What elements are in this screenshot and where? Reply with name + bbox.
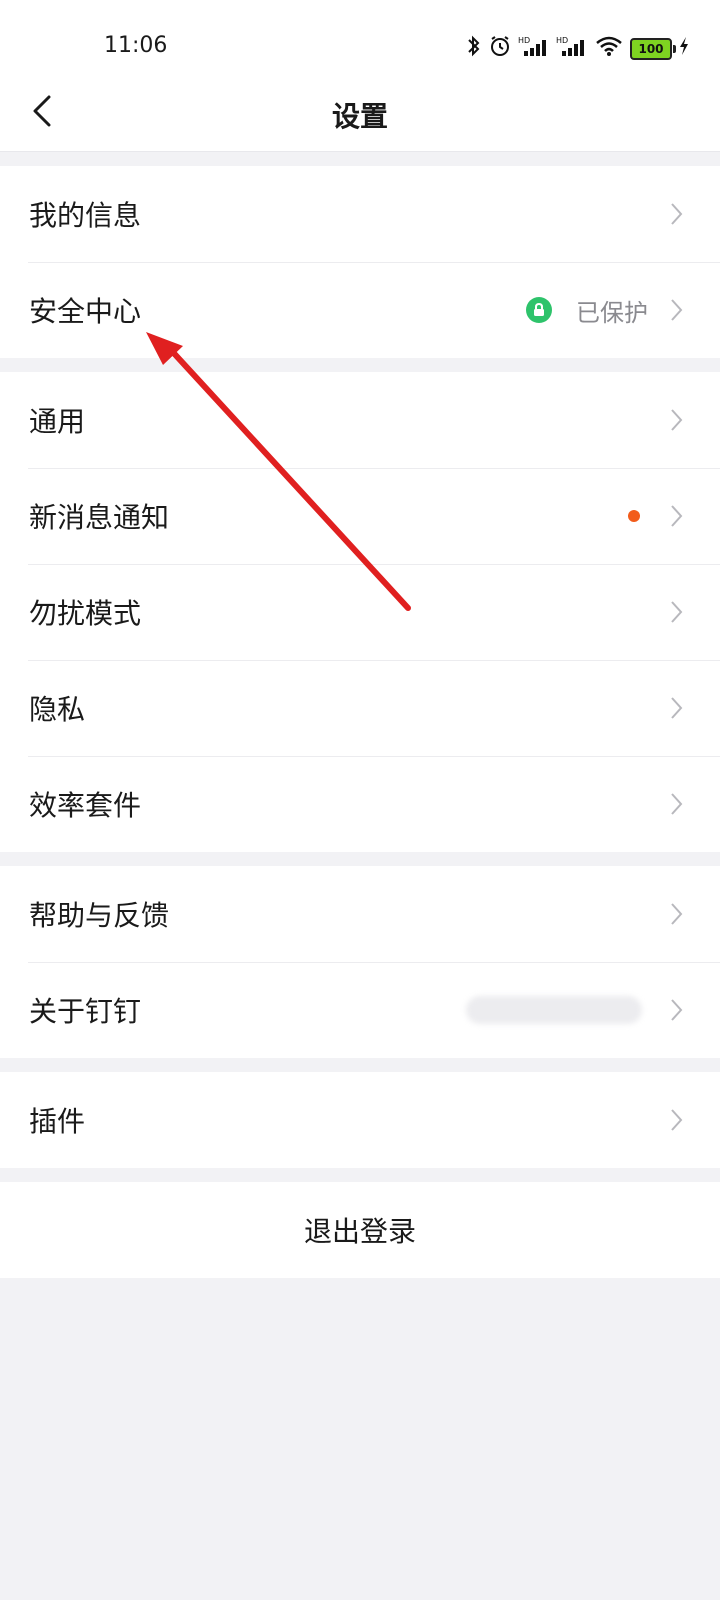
settings-item-my-info[interactable]: 我的信息: [0, 166, 720, 262]
charging-icon: [678, 34, 690, 64]
logout-button[interactable]: 退出登录: [0, 1182, 720, 1278]
settings-item-plugins[interactable]: 插件: [0, 1072, 720, 1168]
settings-group-plugins: 插件: [0, 1072, 720, 1168]
security-status: 已保护: [576, 298, 648, 327]
section-gap: [0, 358, 720, 372]
settings-item-label: 关于钉钉: [29, 995, 142, 1028]
settings-item-label: 新消息通知: [29, 501, 170, 534]
settings-item-label: 隐私: [29, 693, 86, 726]
settings-group-general: 通用 新消息通知 勿扰模式 隐私 效率套件: [0, 372, 720, 852]
settings-item-label: 我的信息: [29, 199, 142, 232]
status-bar: 11:06 HD HD 100: [0, 0, 720, 95]
settings-item-label: 效率套件: [29, 789, 142, 822]
battery-icon: 100: [630, 38, 676, 60]
chevron-right-icon: [666, 598, 686, 626]
settings-group-account: 我的信息 安全中心 已保护: [0, 166, 720, 358]
page-title: 设置: [331, 100, 388, 133]
section-gap: [0, 152, 720, 166]
chevron-right-icon: [666, 406, 686, 434]
svg-text:HD: HD: [556, 36, 568, 45]
chevron-right-icon: [666, 200, 686, 228]
status-time: 11:06: [104, 33, 168, 58]
section-gap: [0, 1168, 720, 1182]
signal-icon: HD: [518, 34, 550, 64]
settings-item-label: 安全中心: [29, 295, 142, 328]
section-gap: [0, 852, 720, 866]
chevron-right-icon: [666, 790, 686, 818]
settings-item-security-center[interactable]: 安全中心 已保护: [0, 262, 720, 358]
svg-text:HD: HD: [518, 36, 530, 45]
nav-bar: 设置: [0, 95, 720, 152]
chevron-right-icon: [666, 694, 686, 722]
wifi-icon: [594, 34, 624, 64]
bluetooth-icon: [466, 34, 482, 64]
settings-item-notifications[interactable]: 新消息通知: [0, 468, 720, 564]
section-gap: [0, 1058, 720, 1072]
chevron-right-icon: [666, 502, 686, 530]
settings-item-label: 插件: [29, 1105, 86, 1138]
chevron-right-icon: [666, 1106, 686, 1134]
chevron-right-icon: [666, 996, 686, 1024]
alarm-icon: [488, 34, 512, 64]
settings-group-help: 帮助与反馈 关于钉钉: [0, 866, 720, 1058]
settings-item-help-feedback[interactable]: 帮助与反馈: [0, 866, 720, 962]
settings-item-about[interactable]: 关于钉钉: [0, 962, 720, 1058]
signal-icon-2: HD: [556, 34, 588, 64]
notification-dot: [628, 510, 640, 522]
settings-item-label: 勿扰模式: [29, 597, 142, 630]
settings-item-do-not-disturb[interactable]: 勿扰模式: [0, 564, 720, 660]
chevron-right-icon: [666, 900, 686, 928]
settings-item-privacy[interactable]: 隐私: [0, 660, 720, 756]
settings-item-efficiency-suite[interactable]: 效率套件: [0, 756, 720, 852]
settings-item-label: 帮助与反馈: [29, 899, 170, 932]
chevron-right-icon: [666, 296, 686, 324]
settings-item-general[interactable]: 通用: [0, 372, 720, 468]
lock-icon: [526, 297, 552, 323]
settings-item-label: 通用: [29, 405, 86, 438]
version-text-blurred: [466, 996, 642, 1024]
status-icons: HD HD 100: [466, 34, 690, 64]
